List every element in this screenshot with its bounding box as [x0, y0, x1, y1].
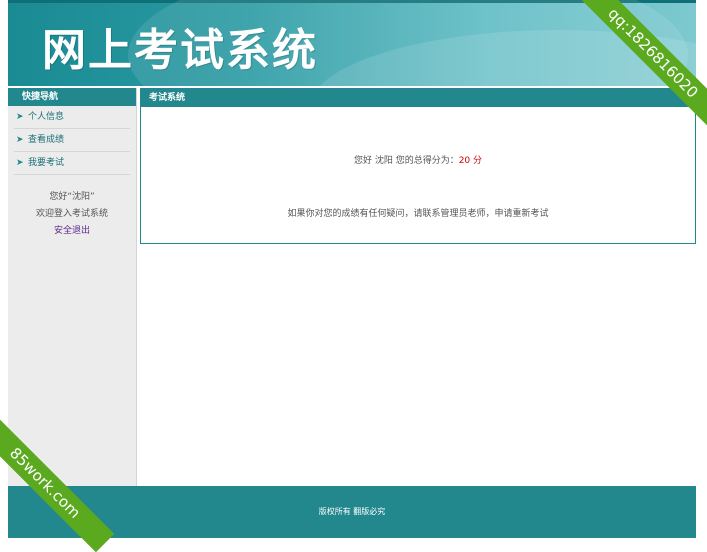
- page-frame: 网上考试系统 快捷导航 ➤ 个人信息 ➤ 查看成绩 ➤ 我要考试 您好“沈阳” 欢迎登…: [8, 0, 696, 538]
- sidebar-item-label: 查看成绩: [28, 135, 65, 145]
- score-notice: 如果你对您的成绩有任何疑问，请联系管理员老师，申请重新考试: [287, 209, 549, 219]
- score-message: 您好 沈阳 您的总得分为：20 分: [141, 153, 695, 166]
- site-logo-title: 网上考试系统: [42, 25, 318, 76]
- main-panel: 考试系统 您好 沈阳 您的总得分为：20 分 如果你对您的成绩有任何疑问，请联系…: [140, 88, 696, 244]
- sidebar-item-take-exam[interactable]: ➤ 我要考试: [14, 152, 130, 175]
- score-prefix: 您好 沈阳 您的总得分为：: [353, 156, 459, 166]
- site-header: 网上考试系统: [8, 0, 696, 86]
- arrow-right-icon: ➤: [16, 158, 24, 168]
- score-value: 20 分: [458, 156, 483, 166]
- arrow-right-icon: ➤: [16, 135, 24, 145]
- sidebar-item-label: 个人信息: [28, 112, 65, 122]
- footer-copyright: 版权所有 翻版必究: [318, 507, 386, 516]
- sidebar-item-personal-info[interactable]: ➤ 个人信息: [14, 106, 130, 129]
- sidebar-item-view-scores[interactable]: ➤ 查看成绩: [14, 129, 130, 152]
- logout-link[interactable]: 安全退出: [54, 226, 90, 236]
- user-welcome-block: 您好“沈阳” 欢迎登入考试系统 安全退出: [8, 189, 136, 240]
- main-panel-title: 考试系统: [141, 89, 695, 107]
- sidebar-title: 快捷导航: [8, 88, 136, 106]
- sidebar-item-label: 我要考试: [28, 158, 65, 168]
- welcome-text: 欢迎登入考试系统: [35, 209, 108, 219]
- sidebar: 快捷导航 ➤ 个人信息 ➤ 查看成绩 ➤ 我要考试 您好“沈阳” 欢迎登入考试系统 安…: [8, 88, 137, 486]
- arrow-right-icon: ➤: [16, 112, 24, 122]
- user-greeting: 您好“沈阳”: [49, 192, 95, 202]
